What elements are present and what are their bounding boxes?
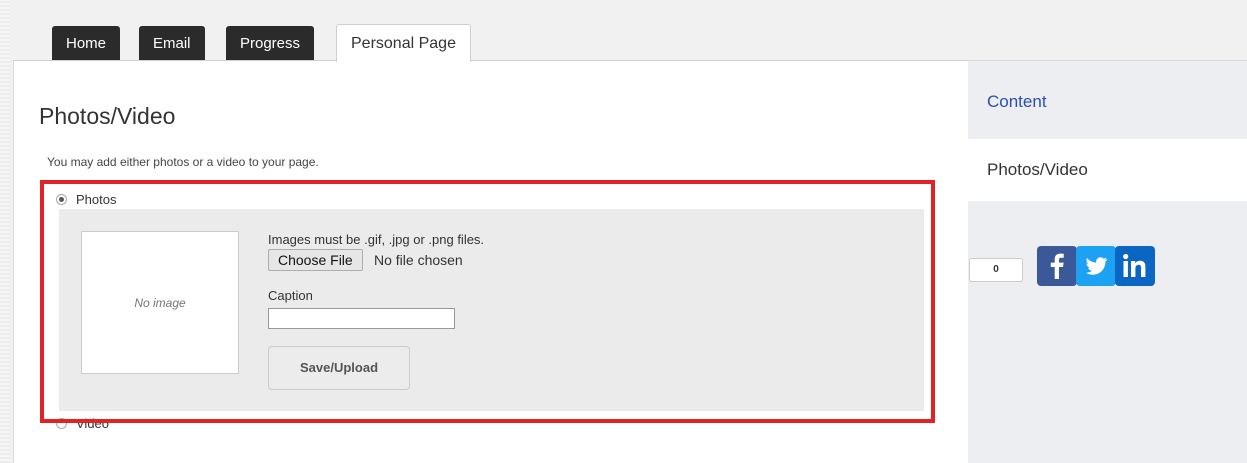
highlight-box	[40, 180, 935, 423]
intro-text: You may add either photos or a video to …	[47, 155, 319, 169]
tab-email[interactable]: Email	[139, 26, 205, 61]
sidebar: Content Photos/Video 0	[968, 60, 1247, 463]
tab-home[interactable]: Home	[52, 26, 121, 61]
share-count: 0	[969, 258, 1023, 282]
tab-progress[interactable]: Progress	[226, 26, 315, 61]
sidebar-item-photos-video[interactable]: Photos/Video	[968, 139, 1247, 201]
linkedin-icon[interactable]	[1115, 246, 1155, 286]
left-edge	[0, 0, 10, 463]
facebook-icon[interactable]	[1037, 246, 1077, 286]
twitter-icon[interactable]	[1076, 246, 1116, 286]
tab-personal-page[interactable]: Personal Page	[336, 24, 471, 62]
sidebar-item-label: Photos/Video	[987, 160, 1088, 179]
sidebar-item-content[interactable]: Content	[987, 92, 1047, 112]
page-title: Photos/Video	[39, 103, 176, 129]
